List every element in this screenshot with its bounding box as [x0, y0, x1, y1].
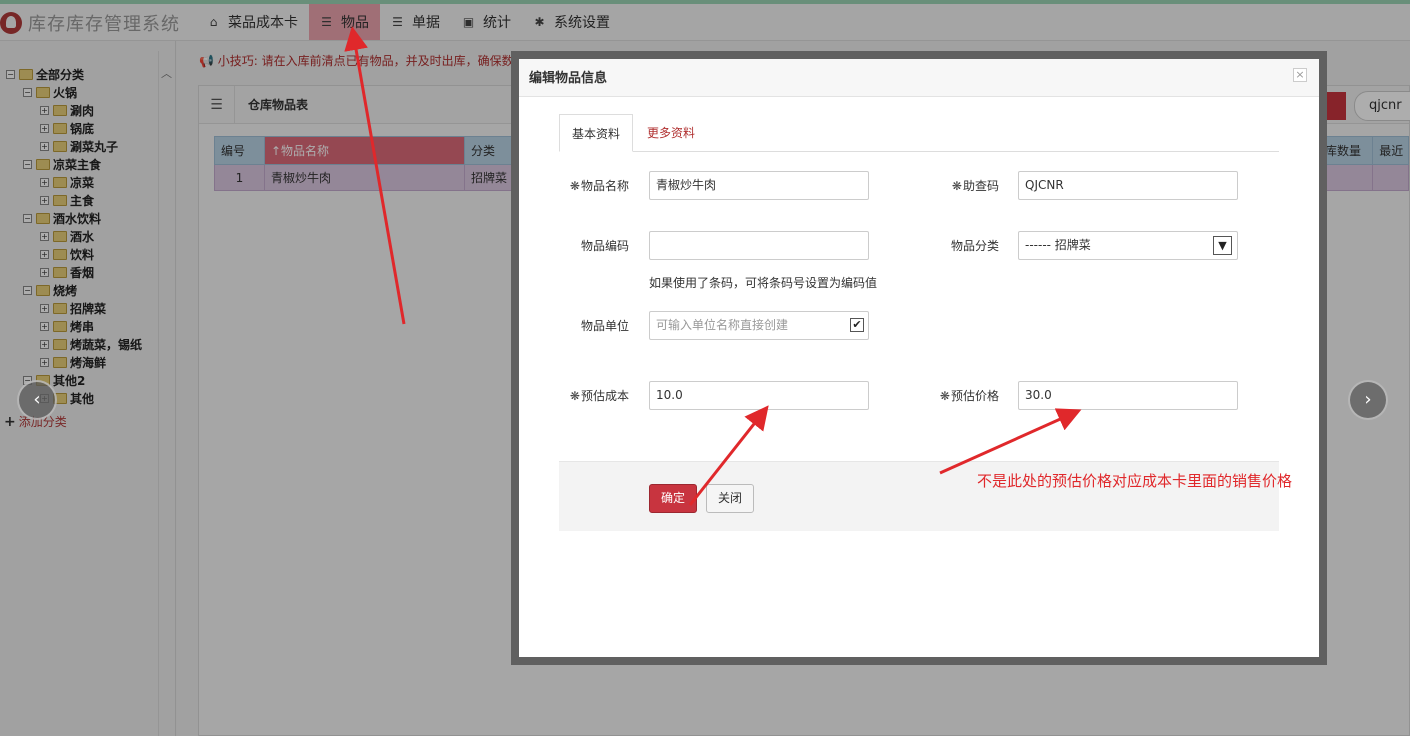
arrow-to-price-field [939, 408, 1082, 475]
annotation-arrows [344, 26, 1082, 506]
annotation-text: 不是此处的预估价格对应成本卡里面的销售价格 [977, 472, 1293, 490]
arrow-to-cost-field [688, 405, 769, 506]
arrow-to-items-nav [344, 26, 406, 325]
